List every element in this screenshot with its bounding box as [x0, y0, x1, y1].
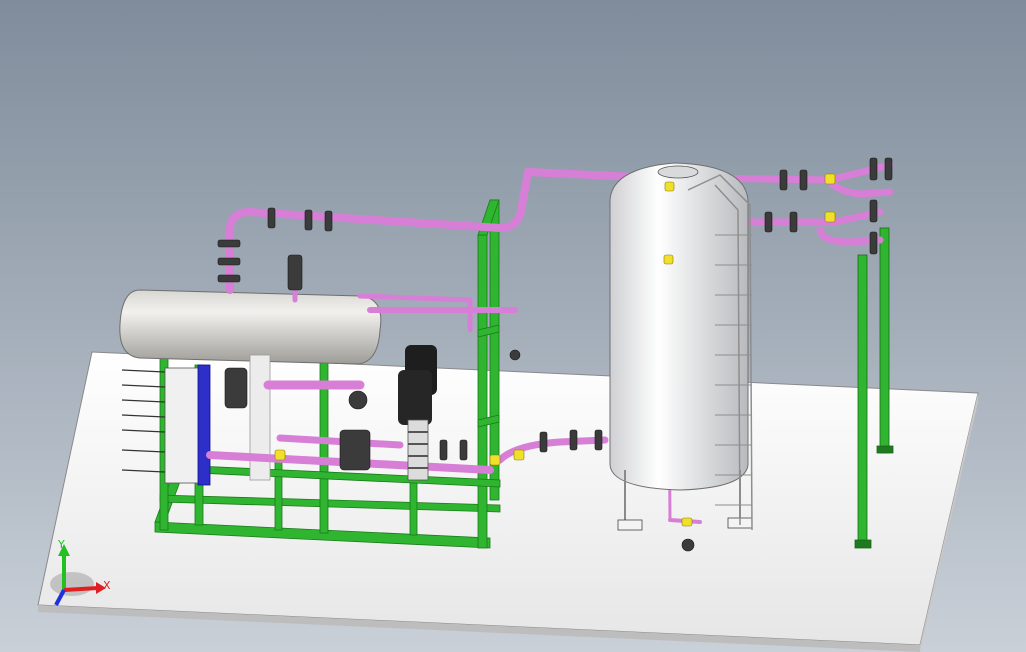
y-axis-label: Y	[57, 538, 65, 551]
cad-viewport[interactable]: Y X	[0, 0, 1026, 652]
x-axis-label: X	[103, 579, 111, 592]
model-scene[interactable]: Y X	[0, 0, 1026, 652]
